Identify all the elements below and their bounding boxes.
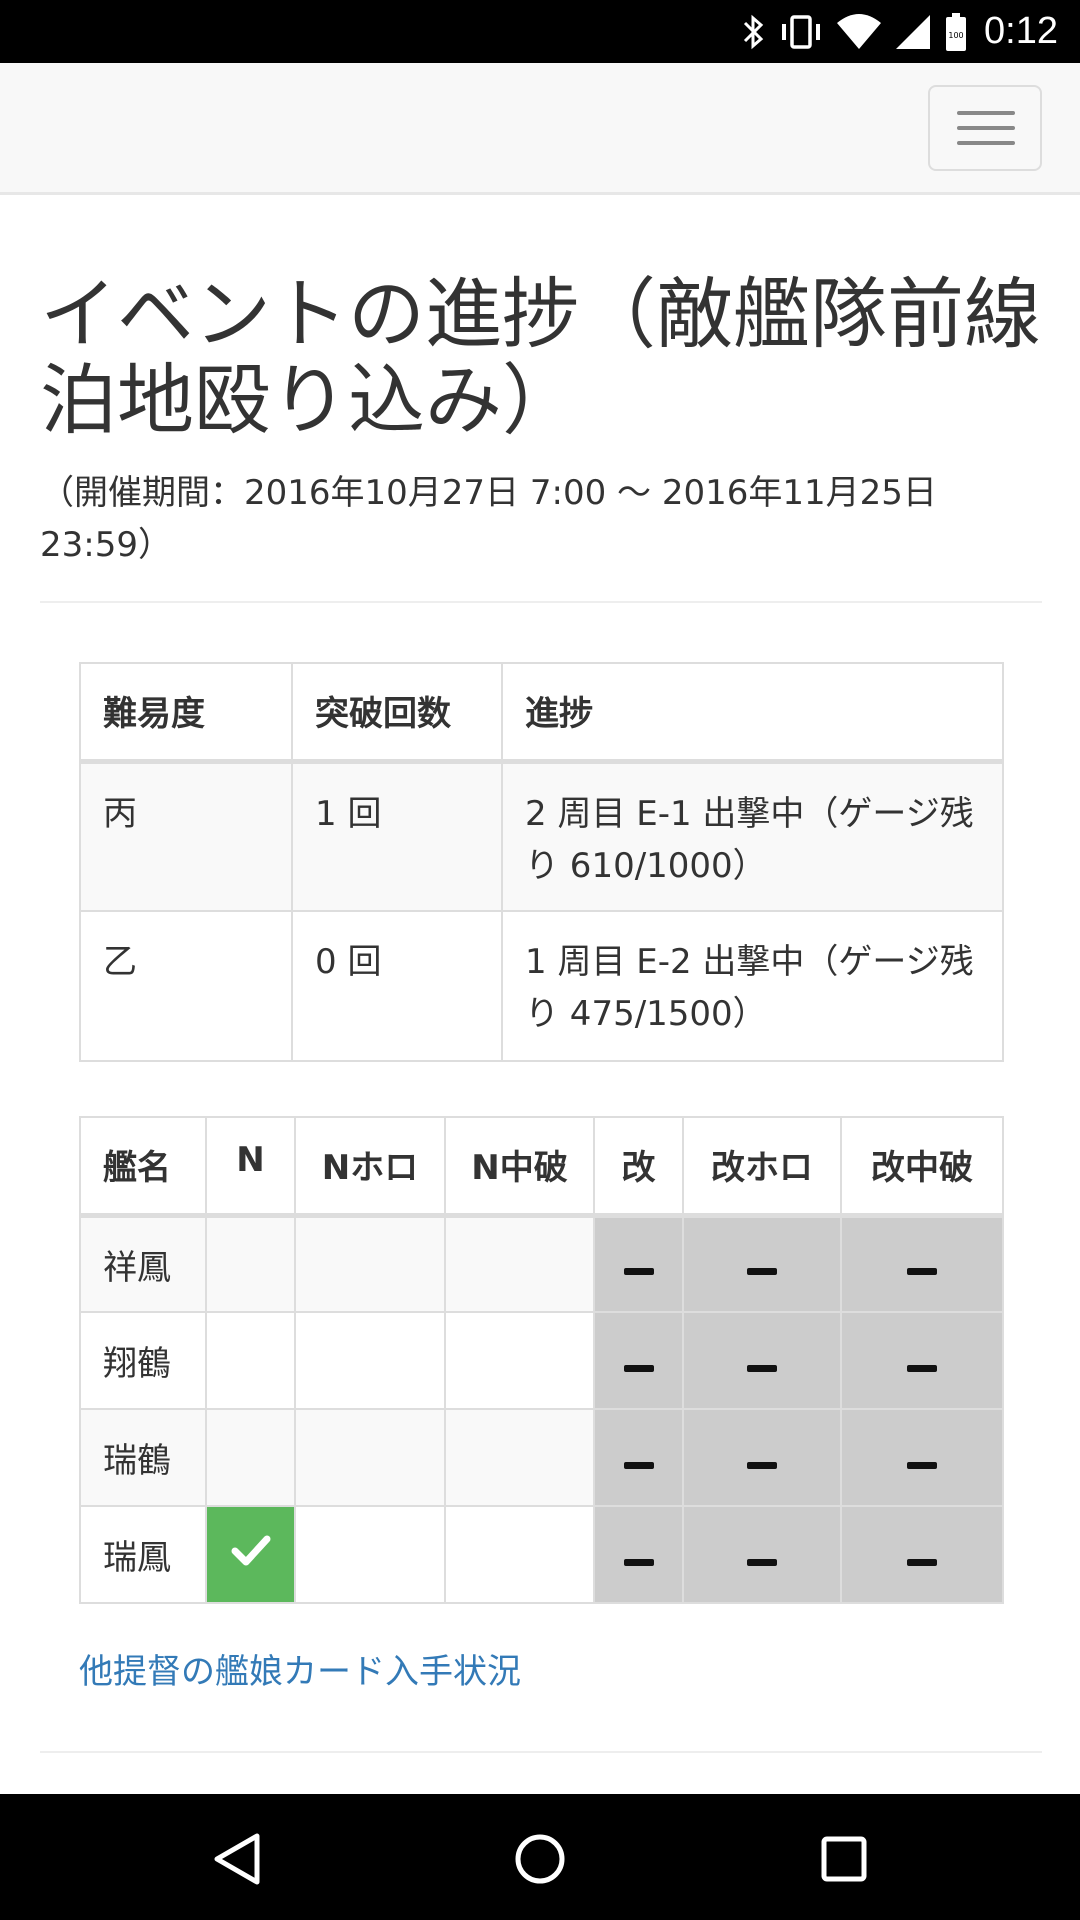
n-holo-cell [294,1408,446,1507]
dash-icon [623,1558,654,1566]
progress-table: 難易度 突破回数 進捗 丙 1 回 2 周目 E-1 出撃中（ゲージ残り 610… [79,662,1004,1062]
kai-damaged-cell [840,1311,1004,1410]
kai-holo-cell [682,1311,842,1410]
kai-cell [593,1408,684,1507]
bluetooth-icon [742,13,766,51]
n-holo-cell [294,1214,446,1313]
n-holo-cell [294,1311,446,1410]
n-cell [205,1214,296,1313]
kai-holo-cell [682,1505,842,1604]
other-admirals-card-status-link[interactable]: 他提督の艦娘カード入手状況 [79,1644,521,1693]
back-icon[interactable] [203,1824,273,1894]
vibrate-icon [778,13,824,51]
clock: 0:12 [984,10,1058,52]
signal-icon [894,13,932,51]
navbar-toggle-button[interactable] [928,85,1042,171]
n-cell [205,1311,296,1410]
ship-name-cell: 瑞鳳 [79,1505,207,1604]
difficulty-cell: 乙 [79,910,293,1062]
n-damaged-cell [444,1408,595,1507]
n-cell [205,1408,296,1507]
column-header: N中破 [444,1116,595,1218]
checkmark-icon [231,1535,270,1566]
dash-icon [747,1268,777,1276]
clear-count-cell: 0 回 [291,910,503,1062]
difficulty-cell: 丙 [79,760,293,912]
table-row: 瑞鶴 [79,1408,1004,1507]
dash-icon [747,1364,777,1372]
dash-icon [747,1558,777,1566]
progress-cell: 2 周目 E-1 出撃中（ゲージ残り 610/1000） [501,760,1004,912]
event-period: （開催期間：2016年10月27日 7:00 〜 2016年11月25日 23:… [40,473,937,565]
page-title: イベントの進捗（敵艦隊前線泊地殴り込み） [40,271,1041,446]
table-row: 祥鳳 [79,1214,1004,1313]
ship-name-cell: 翔鶴 [79,1311,207,1410]
page-content: イベントの進捗（敵艦隊前線泊地殴り込み） （開催期間：2016年10月27日 7… [40,195,1042,603]
dash-icon [623,1268,654,1276]
status-bar: 100 0:12 [0,0,1080,63]
dash-icon [907,1364,937,1372]
table-header-row: 艦名 N Nホロ N中破 改 改ホロ 改中破 [79,1116,1004,1218]
dash-icon [623,1364,654,1372]
column-header: 艦名 [79,1116,207,1218]
table-header-row: 難易度 突破回数 進捗 [79,662,1004,764]
n-damaged-cell [444,1311,595,1410]
system-nav-bar [0,1794,1080,1920]
column-header: 改 [593,1116,684,1218]
column-header: Nホロ [294,1116,446,1218]
kai-cell [593,1505,684,1604]
n-cell [205,1505,296,1604]
divider [40,601,1042,603]
ship-name-cell: 瑞鶴 [79,1408,207,1507]
table-row: 丙 1 回 2 周目 E-1 出撃中（ゲージ残り 610/1000） [79,760,1004,912]
card-status-table: 艦名 N Nホロ N中破 改 改ホロ 改中破 祥鳳 翔鶴 瑞鶴 瑞鳳 [79,1116,1004,1604]
kai-cell [593,1311,684,1410]
dash-icon [747,1461,777,1469]
kai-holo-cell [682,1214,842,1313]
kai-damaged-cell [840,1408,1004,1507]
kai-holo-cell [682,1408,842,1507]
kai-cell [593,1214,684,1313]
ship-name-cell: 祥鳳 [79,1214,207,1313]
dash-icon [907,1461,937,1469]
dash-icon [907,1268,937,1276]
dash-icon [907,1558,937,1566]
dash-icon [623,1461,654,1469]
recents-icon[interactable] [809,1824,879,1894]
divider [40,1751,1042,1753]
column-header: N [205,1116,296,1218]
n-damaged-cell [444,1505,595,1604]
n-holo-cell [294,1505,446,1604]
clear-count-cell: 1 回 [291,760,503,912]
n-damaged-cell [444,1214,595,1313]
table-row: 乙 0 回 1 周目 E-2 出撃中（ゲージ残り 475/1500） [79,910,1004,1062]
kai-damaged-cell [840,1214,1004,1313]
column-header: 改中破 [840,1116,1004,1218]
kai-damaged-cell [840,1505,1004,1604]
wifi-icon [836,13,882,50]
table-row: 翔鶴 [79,1311,1004,1410]
navbar [0,63,1080,195]
table-row: 瑞鳳 [79,1505,1004,1604]
home-icon[interactable] [505,1824,575,1894]
battery-icon: 100 [944,12,968,52]
progress-cell: 1 周目 E-2 出撃中（ゲージ残り 475/1500） [501,910,1004,1062]
column-header: 改ホロ [682,1116,842,1218]
column-header: 進捗 [501,662,1004,764]
column-header: 難易度 [79,662,293,764]
column-header: 突破回数 [291,662,503,764]
svg-text:100: 100 [948,31,963,40]
